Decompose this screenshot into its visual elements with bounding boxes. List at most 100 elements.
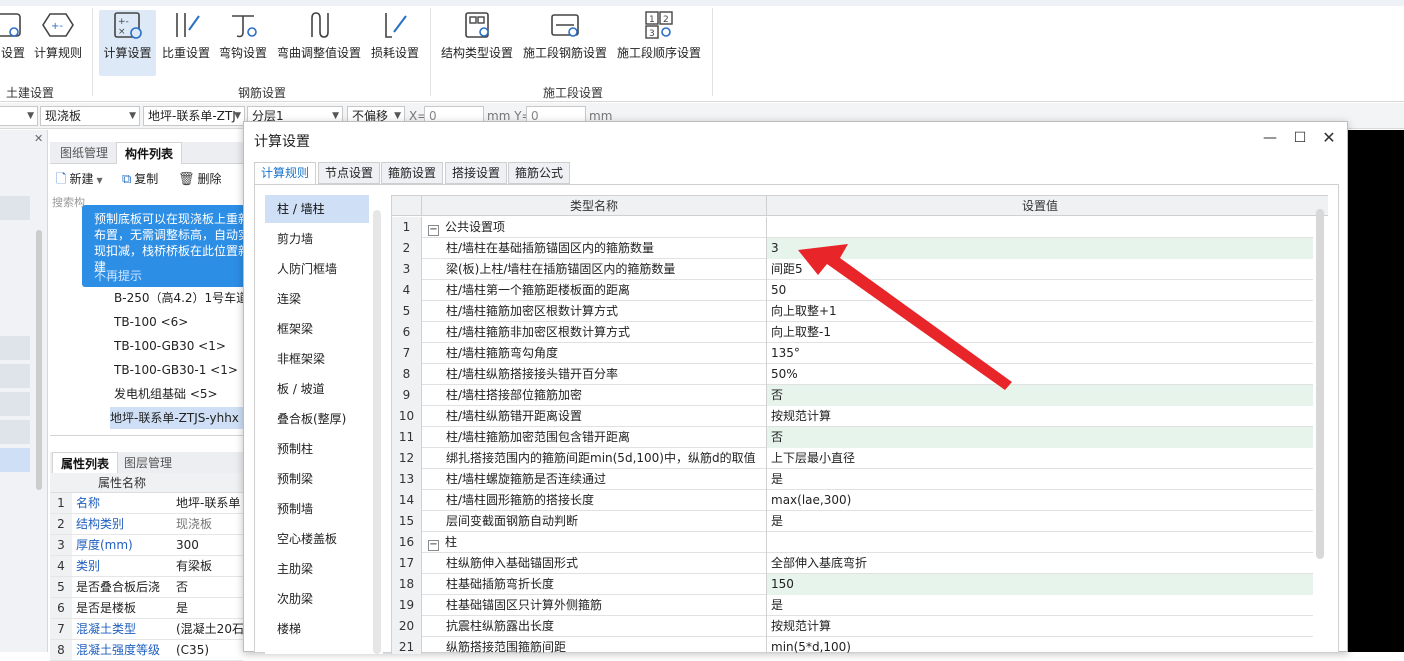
- grid-row-value[interactable]: 按规范计算: [767, 406, 1313, 427]
- delete-button[interactable]: 🗑 删除: [178, 170, 222, 188]
- tree-item[interactable]: TB-100-GB30-1 <1>: [114, 359, 248, 381]
- list-item[interactable]: [0, 420, 30, 444]
- dont-show-again-link[interactable]: 不再提示: [94, 268, 142, 284]
- grid-row-value[interactable]: 135°: [767, 343, 1313, 364]
- grid-row[interactable]: 19 柱基础锚固区只计算外侧箍筋 是: [392, 595, 1313, 616]
- grid-row[interactable]: 9 柱/墙柱搭接部位箍筋加密 否: [392, 385, 1313, 406]
- tab-property-list[interactable]: 属性列表: [52, 452, 119, 474]
- grid-row-value[interactable]: 3: [767, 238, 1313, 259]
- search-input[interactable]: 搜索构: [52, 194, 85, 210]
- property-row[interactable]: 1 名称 地坪-联系单: [50, 493, 243, 514]
- new-button[interactable]: 🗋 新建 ▼: [56, 170, 103, 188]
- property-row[interactable]: 6 是否是楼板 是: [50, 598, 243, 619]
- grid-row-value[interactable]: 是: [767, 511, 1313, 532]
- grid-row[interactable]: 16− 柱: [392, 532, 1313, 553]
- segment-order-button[interactable]: 123 施工段顺序设置: [614, 10, 704, 76]
- property-value[interactable]: 有梁板: [174, 556, 243, 576]
- category-item[interactable]: 连梁: [265, 285, 369, 313]
- component-combo[interactable]: 地坪-联系单-ZTJ ▼: [143, 106, 245, 126]
- grid-row[interactable]: 8 柱/墙柱纵筋搭接接头错开百分率 50%: [392, 364, 1313, 385]
- type-combo[interactable]: 现浇板 ▼: [40, 106, 140, 126]
- loss-settings-button[interactable]: 损耗设置: [368, 10, 422, 76]
- category-item[interactable]: 叠合板(整厚): [265, 405, 369, 433]
- category-item[interactable]: 楼梯: [265, 615, 369, 643]
- list-item[interactable]: [0, 336, 30, 360]
- grid-row[interactable]: 11 柱/墙柱箍筋加密范围包含错开距离 否: [392, 427, 1313, 448]
- property-row[interactable]: 4 类别 有梁板: [50, 556, 243, 577]
- collapse-icon[interactable]: −: [428, 540, 439, 551]
- grid-row-value[interactable]: 上下层最小直径: [767, 448, 1313, 469]
- structure-type-button[interactable]: 结构类型设置: [438, 10, 516, 76]
- grid-row[interactable]: 21 纵筋搭接范围箍筋间距 min(5*d,100): [392, 637, 1313, 654]
- grid-row-value[interactable]: min(5*d,100): [767, 637, 1313, 654]
- calc-rule-button[interactable]: +- 计算规则: [30, 10, 86, 76]
- grid-row[interactable]: 5 柱/墙柱箍筋加密区根数计算方式 向上取整+1: [392, 301, 1313, 322]
- bend-adjust-button[interactable]: 弯曲调整值设置: [275, 10, 363, 76]
- grid-row[interactable]: 10 柱/墙柱纵筋错开距离设置 按规范计算: [392, 406, 1313, 427]
- grid-row[interactable]: 12 绑扎搭接范围内的箍筋间距min(5d,100)中，纵筋d的取值 上下层最小直径: [392, 448, 1313, 469]
- category-item[interactable]: 框架梁: [265, 315, 369, 343]
- close-icon[interactable]: ✕: [34, 132, 43, 145]
- grid-row-value[interactable]: 150: [767, 574, 1313, 595]
- grid-scrollbar[interactable]: [1316, 209, 1324, 559]
- drawing-canvas[interactable]: [1348, 130, 1404, 652]
- grid-row-value[interactable]: 50%: [767, 364, 1313, 385]
- tab-calc-rules[interactable]: 计算规则: [254, 162, 317, 185]
- grid-row-value[interactable]: 间距5: [767, 259, 1313, 280]
- tab-stirrup-formula[interactable]: 箍筋公式: [508, 162, 571, 184]
- category-item[interactable]: 板 / 坡道: [265, 375, 369, 403]
- ribbon-settings-button[interactable]: 设置: [0, 10, 26, 76]
- grid-row[interactable]: 6 柱/墙柱箍筋非加密区根数计算方式 向上取整-1: [392, 322, 1313, 343]
- grid-row[interactable]: 1− 公共设置项: [392, 217, 1313, 238]
- property-row[interactable]: 2 结构类别 现浇板: [50, 514, 243, 535]
- grid-row[interactable]: 4 柱/墙柱第一个箍筋距楼板面的距离 50: [392, 280, 1313, 301]
- tab-node-settings[interactable]: 节点设置: [318, 162, 381, 184]
- grid-row-value[interactable]: 向上取整-1: [767, 322, 1313, 343]
- category-item[interactable]: 预制墙: [265, 495, 369, 523]
- minimize-icon[interactable]: —: [1260, 128, 1280, 148]
- grid-row[interactable]: 17 柱纵筋伸入基础锚固形式 全部伸入基底弯折: [392, 553, 1313, 574]
- hook-settings-button[interactable]: 弯钩设置: [216, 10, 270, 76]
- property-value[interactable]: 否: [174, 577, 243, 597]
- close-icon[interactable]: ✕: [1319, 128, 1339, 148]
- grid-row[interactable]: 20 抗震柱纵筋露出长度 按规范计算: [392, 616, 1313, 637]
- copy-button[interactable]: ⧉ 复制: [122, 170, 158, 188]
- tab-lap-settings[interactable]: 搭接设置: [445, 162, 508, 184]
- tab-stirrup-settings[interactable]: 箍筋设置: [381, 162, 444, 184]
- tree-item[interactable]: TB-100 <6>: [114, 311, 248, 333]
- collapse-icon[interactable]: −: [428, 225, 439, 236]
- density-settings-button[interactable]: 比重设置: [160, 10, 212, 76]
- category-item[interactable]: 空心楼盖板: [265, 525, 369, 553]
- grid-row[interactable]: 7 柱/墙柱箍筋弯勾角度 135°: [392, 343, 1313, 364]
- grid-row-value[interactable]: 向上取整+1: [767, 301, 1313, 322]
- list-item[interactable]: [0, 364, 30, 388]
- category-item[interactable]: 非框架梁: [265, 345, 369, 373]
- grid-row-value[interactable]: max(lae,300): [767, 490, 1313, 511]
- grid-row-value[interactable]: [767, 217, 1313, 238]
- property-value[interactable]: (混凝土20石: [174, 619, 243, 639]
- tree-item[interactable]: TB-100-GB30 <1>: [114, 335, 248, 357]
- tab-drawing-management[interactable]: 图纸管理: [52, 142, 116, 164]
- list-item[interactable]: [0, 448, 30, 472]
- grid-row[interactable]: 13 柱/墙柱螺旋箍筋是否连续通过 是: [392, 469, 1313, 490]
- category-item[interactable]: 人防门框墙: [265, 255, 369, 283]
- tree-item[interactable]: 发电机组基础 <5>: [114, 383, 248, 405]
- property-row[interactable]: 5 是否叠合板后浇否: [50, 577, 243, 598]
- property-value[interactable]: 现浇板: [174, 514, 243, 534]
- property-value[interactable]: 是: [174, 598, 243, 618]
- property-value[interactable]: (C35): [174, 640, 243, 660]
- tab-layer-management[interactable]: 图层管理: [116, 452, 180, 474]
- property-value[interactable]: 300: [174, 535, 243, 555]
- grid-row-value[interactable]: 是: [767, 595, 1313, 616]
- grid-row-value[interactable]: 是: [767, 469, 1313, 490]
- grid-row[interactable]: 15 层间变截面钢筋自动判断 是: [392, 511, 1313, 532]
- grid-row[interactable]: 3 梁(板)上柱/墙柱在插筋锚固区内的箍筋数量 间距5: [392, 259, 1313, 280]
- list-item[interactable]: [0, 196, 30, 220]
- list-item[interactable]: [0, 392, 30, 416]
- grid-row[interactable]: 18 柱基础插筋弯折长度 150: [392, 574, 1313, 595]
- grid-row-value[interactable]: 50: [767, 280, 1313, 301]
- segment-rebar-button[interactable]: 施工段钢筋设置: [520, 10, 610, 76]
- category-scrollbar[interactable]: [373, 210, 381, 654]
- grid-row[interactable]: 2 柱/墙柱在基础插筋锚固区内的箍筋数量 3: [392, 238, 1313, 259]
- maximize-icon[interactable]: ☐: [1290, 128, 1310, 148]
